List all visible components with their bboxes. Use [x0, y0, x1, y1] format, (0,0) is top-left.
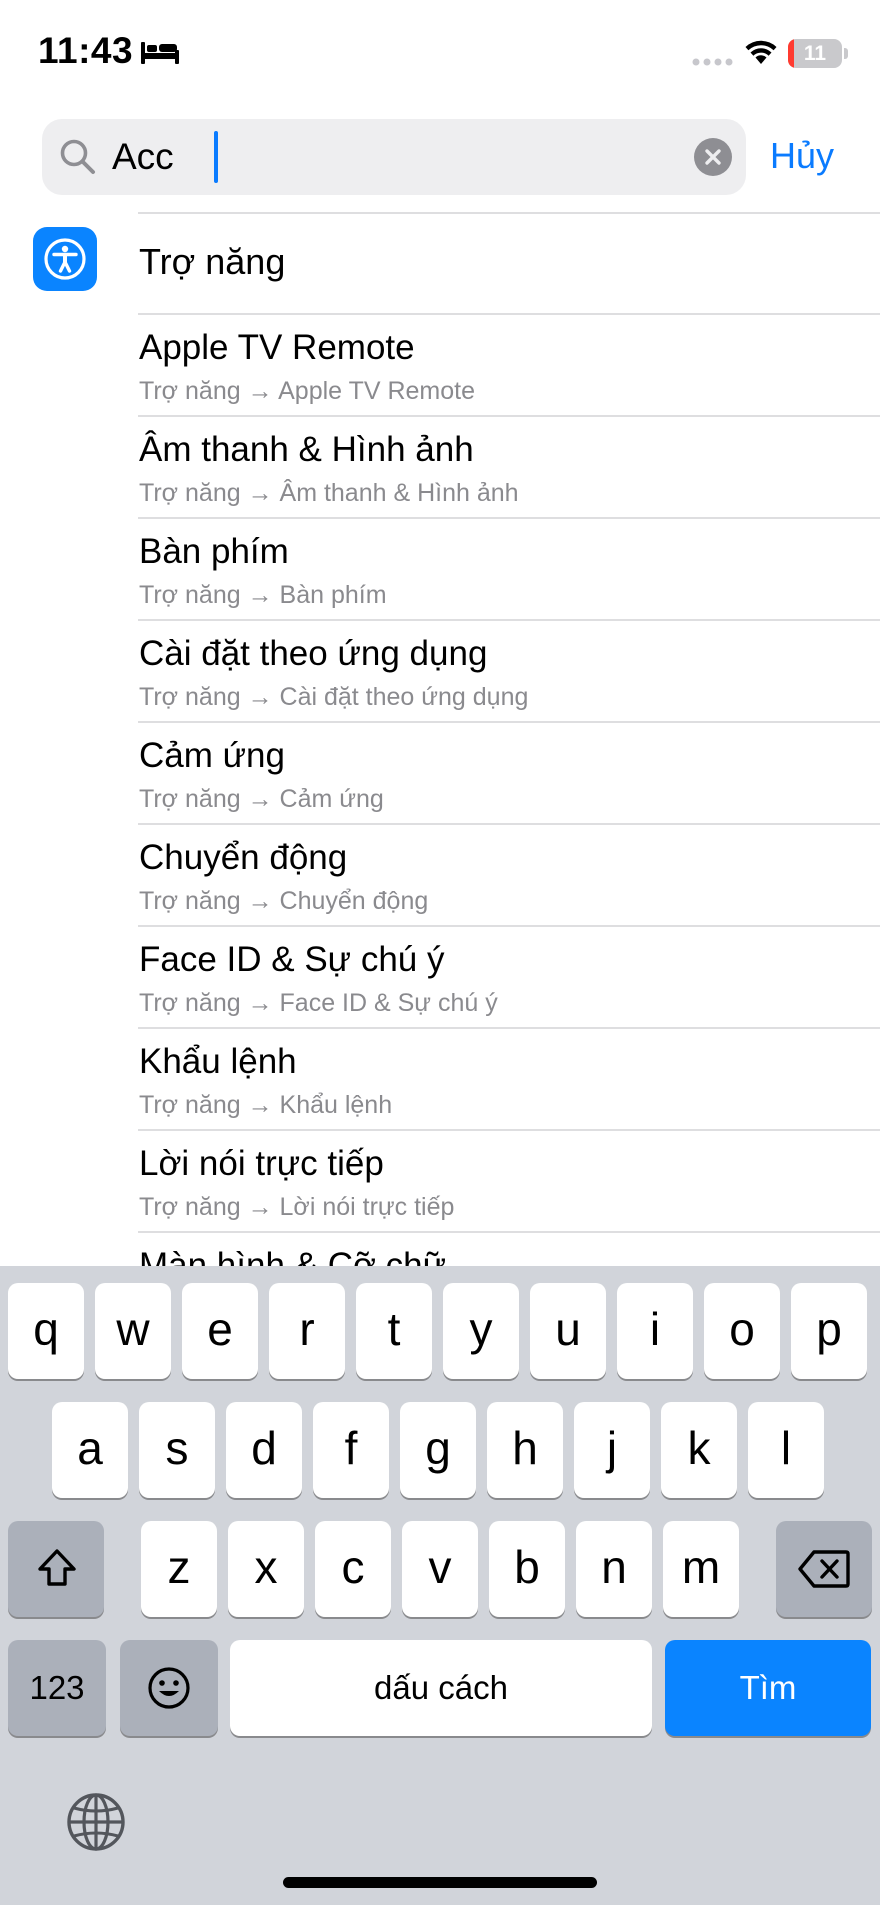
key-u[interactable]: u: [530, 1283, 606, 1379]
key-i[interactable]: i: [617, 1283, 693, 1379]
key-r[interactable]: r: [269, 1283, 345, 1379]
status-time: 11:43: [38, 30, 134, 71]
result-row[interactable]: Cảm ứng Trợ năng → Cảm ứng: [0, 722, 880, 825]
key-y[interactable]: y: [443, 1283, 519, 1379]
battery-percentage: 11: [803, 42, 827, 65]
key-f[interactable]: f: [313, 1402, 389, 1498]
key-g[interactable]: g: [400, 1402, 476, 1498]
search-return-key[interactable]: Tìm: [665, 1640, 871, 1736]
home-indicator[interactable]: [283, 1877, 597, 1888]
result-title: Apple TV Remote: [139, 328, 415, 367]
delete-key[interactable]: [776, 1521, 872, 1617]
emoji-key[interactable]: [120, 1640, 218, 1736]
result-row[interactable]: Âm thanh & Hình ảnh Trợ năng → Âm thanh &…: [0, 416, 880, 519]
result-row[interactable]: Bàn phím Trợ năng → Bàn phím: [0, 518, 880, 621]
signal-dots-icon: [692, 58, 733, 66]
result-path: Trợ năng → Bàn phím: [139, 581, 387, 609]
result-row[interactable]: Lời nói trực tiếp Trợ năng → Lời nói trực…: [0, 1130, 880, 1233]
result-row[interactable]: Apple TV Remote Trợ năng → Apple TV Remot…: [0, 314, 880, 417]
result-row[interactable]: Face ID & Sự chú ý Trợ năng → Face ID & S…: [0, 926, 880, 1029]
search-input[interactable]: Acc: [42, 119, 746, 195]
bed-icon: [141, 42, 179, 64]
result-group-header[interactable]: Trợ năng: [0, 214, 880, 314]
numbers-key[interactable]: 123: [8, 1640, 106, 1736]
wifi-icon: [745, 40, 777, 64]
result-title: Bàn phím: [139, 532, 289, 571]
emoji-icon: [148, 1667, 190, 1709]
shift-icon: [38, 1549, 76, 1586]
text-cursor: [214, 131, 218, 183]
clear-icon: [705, 149, 721, 165]
key-d[interactable]: d: [226, 1402, 302, 1498]
result-title: Cài đặt theo ứng dụng: [139, 634, 488, 673]
result-row[interactable]: Khẩu lệnh Trợ năng → Khẩu lệnh: [0, 1028, 880, 1131]
result-row[interactable]: Cài đặt theo ứng dụng Trợ năng → Cài đặt …: [0, 620, 880, 723]
accessibility-icon: [33, 227, 97, 291]
result-row[interactable]: Màn hình & Cỡ chữ: [0, 1232, 880, 1266]
result-row[interactable]: Chuyển động Trợ năng → Chuyển động: [0, 824, 880, 927]
status-bar: 11:43 11: [0, 0, 880, 100]
key-m[interactable]: m: [663, 1521, 739, 1617]
key-a[interactable]: a: [52, 1402, 128, 1498]
key-s[interactable]: s: [139, 1402, 215, 1498]
result-path: Trợ năng → Apple TV Remote: [139, 377, 475, 405]
result-path: Trợ năng → Face ID & Sự chú ý: [139, 989, 498, 1017]
key-e[interactable]: e: [182, 1283, 258, 1379]
key-q[interactable]: q: [8, 1283, 84, 1379]
key-b[interactable]: b: [489, 1521, 565, 1617]
key-x[interactable]: x: [228, 1521, 304, 1617]
battery-icon: 11: [788, 39, 842, 68]
result-path: Trợ năng → Cảm ứng: [139, 785, 384, 813]
result-title: Lời nói trực tiếp: [139, 1144, 384, 1183]
search-query-text[interactable]: Acc: [112, 133, 174, 181]
clear-search-button[interactable]: [694, 138, 732, 176]
key-v[interactable]: v: [402, 1521, 478, 1617]
result-title: Cảm ứng: [139, 736, 285, 775]
result-title: Face ID & Sự chú ý: [139, 940, 445, 979]
key-z[interactable]: z: [141, 1521, 217, 1617]
space-key[interactable]: dấu cách: [230, 1640, 652, 1736]
result-path: Trợ năng → Chuyển động: [139, 887, 429, 915]
key-o[interactable]: o: [704, 1283, 780, 1379]
result-title: Khẩu lệnh: [139, 1042, 297, 1081]
search-results-list[interactable]: Trợ năng Apple TV Remote Trợ năng → Apple…: [0, 214, 880, 1266]
key-n[interactable]: n: [576, 1521, 652, 1617]
delete-icon: [798, 1550, 850, 1588]
key-w[interactable]: w: [95, 1283, 171, 1379]
key-l[interactable]: l: [748, 1402, 824, 1498]
result-path: Trợ năng → Khẩu lệnh: [139, 1091, 393, 1119]
result-path: Trợ năng → Lời nói trực tiếp: [139, 1193, 455, 1221]
key-c[interactable]: c: [315, 1521, 391, 1617]
result-path: Trợ năng → Âm thanh & Hình ảnh: [139, 479, 519, 507]
result-path: Trợ năng → Cài đặt theo ứng dụng: [139, 683, 529, 711]
key-p[interactable]: p: [791, 1283, 867, 1379]
cancel-button[interactable]: Hủy: [770, 132, 834, 180]
result-title: Âm thanh & Hình ảnh: [139, 430, 474, 469]
result-title: Màn hình & Cỡ chữ: [139, 1246, 447, 1266]
shift-key[interactable]: [8, 1521, 104, 1617]
key-t[interactable]: t: [356, 1283, 432, 1379]
key-k[interactable]: k: [661, 1402, 737, 1498]
search-icon: [60, 139, 95, 174]
result-group-label: Trợ năng: [139, 241, 286, 282]
key-h[interactable]: h: [487, 1402, 563, 1498]
globe-icon[interactable]: [66, 1792, 126, 1852]
key-j[interactable]: j: [574, 1402, 650, 1498]
battery-nub: [844, 48, 848, 59]
result-title: Chuyển động: [139, 838, 348, 877]
